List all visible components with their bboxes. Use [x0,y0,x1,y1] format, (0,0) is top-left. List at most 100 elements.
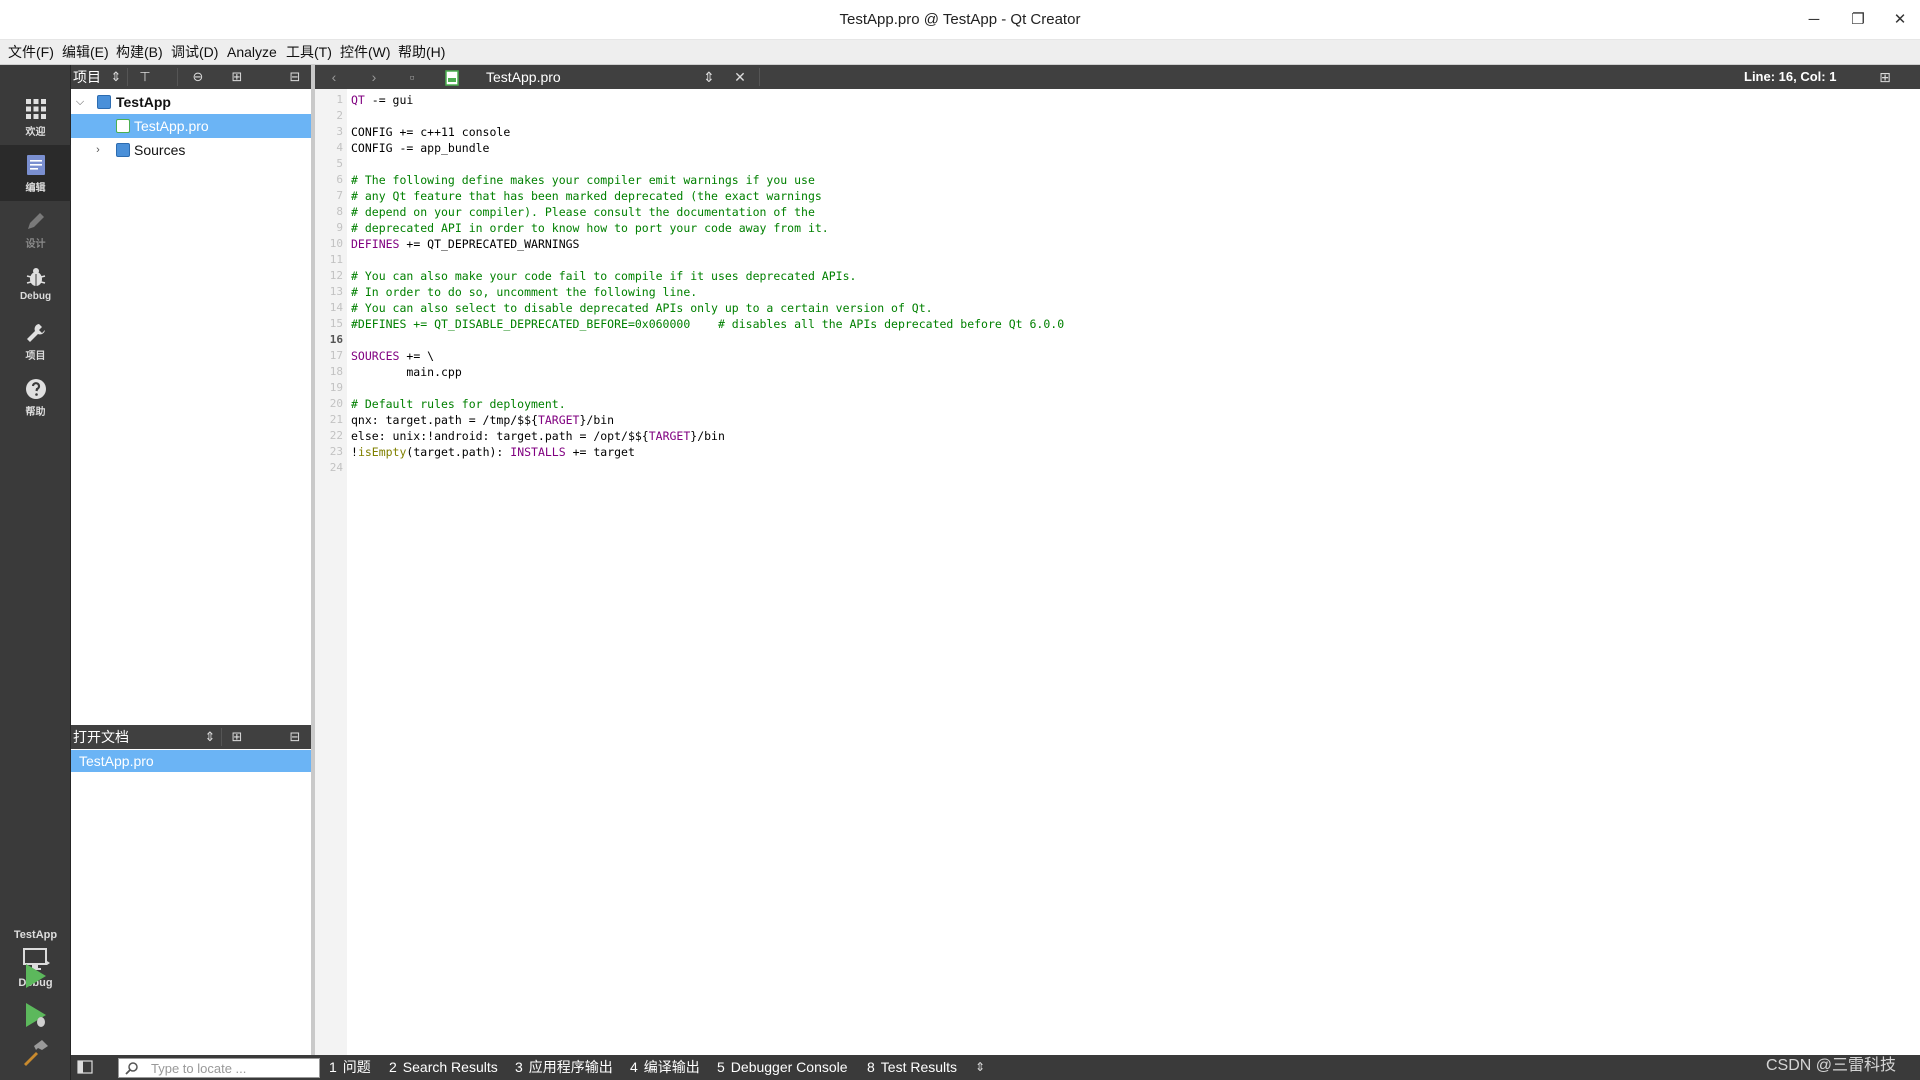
line-number[interactable]: 1 [315,92,343,108]
tree-node-project[interactable]: ⌵ TestApp [71,90,311,114]
line-number[interactable]: 8 [315,204,343,220]
code-line[interactable]: # any Qt feature that has been marked de… [351,188,822,204]
code-line[interactable]: SOURCES += \ [351,348,434,364]
line-number[interactable]: 21 [315,412,343,428]
line-number[interactable]: 14 [315,300,343,316]
build-hammer-button[interactable] [20,1038,50,1068]
open-docs-title[interactable]: 打开文档 [73,725,129,749]
code-line[interactable]: # The following define makes your compil… [351,172,815,188]
mode-design[interactable]: 设计 [0,201,71,257]
code-editor[interactable]: QT -= gui CONFIG += c++11 console CONFIG -… [347,89,1920,1055]
pane-test-results[interactable]: 8 Test Results [867,1055,957,1080]
projects-panel-title[interactable]: 项目 [73,65,101,89]
more-panes-icon[interactable]: ⇕ [975,1055,985,1080]
run-button[interactable] [20,961,50,991]
filter-icon[interactable]: ⊤ [135,65,155,89]
code-line[interactable]: # You can also make your code fail to co… [351,268,856,284]
code-line[interactable]: # In order to do so, uncomment the follo… [351,284,697,300]
mode-debug[interactable]: Debug [0,257,71,313]
close-panel-icon[interactable]: ⊟ [285,725,305,749]
mode-help[interactable]: 帮助 [0,369,71,425]
code-token: CONFIG -= app_bundle [351,141,490,155]
line-number[interactable]: 22 [315,428,343,444]
maximize-button[interactable]: ❐ [1836,0,1880,40]
line-number[interactable]: 11 [315,252,343,268]
link-sync-icon[interactable]: ⊖ [187,65,209,89]
line-number[interactable]: 17 [315,348,343,364]
document-chooser-icon[interactable]: ⇕ [702,65,716,89]
code-line[interactable]: else: unix:!android: target.path = /opt/… [351,428,725,444]
collapsed-arrow-icon[interactable]: › [91,138,105,162]
split-panel-icon[interactable]: ⊞ [227,65,247,89]
line-number[interactable]: 16 [315,332,343,348]
expand-arrow-icon[interactable]: ⌵ [73,90,87,114]
forward-icon[interactable]: › [365,65,383,89]
toggle-sidebar-icon[interactable] [77,1059,93,1075]
line-number[interactable]: 13 [315,284,343,300]
line-number[interactable]: 3 [315,124,343,140]
mode-projects[interactable]: 项目 [0,313,71,369]
pane-debugger-console[interactable]: 5 Debugger Console [717,1055,848,1080]
close-document-icon[interactable]: ✕ [731,65,749,89]
line-number[interactable]: 4 [315,140,343,156]
pane-application-output[interactable]: 3 应用程序输出 [515,1055,613,1080]
code-line[interactable]: main.cpp [351,364,461,380]
wrench-icon [26,324,45,342]
code-line[interactable]: # depend on your compiler). Please consu… [351,204,815,220]
line-number[interactable]: 15 [315,316,343,332]
split-editor-icon[interactable]: ⊞ [1875,65,1895,89]
tree-node-sources[interactable]: › Sources [71,138,311,162]
menu-help[interactable]: 帮助(H) [398,40,445,65]
mode-edit[interactable]: 编辑 [0,145,71,201]
line-number[interactable]: 12 [315,268,343,284]
menu-tools[interactable]: 工具(T) [286,40,332,65]
close-panel-icon[interactable]: ⊟ [285,65,305,89]
code-line[interactable]: # You can also select to disable depreca… [351,300,933,316]
locator-input[interactable] [151,1059,316,1077]
split-panel-icon[interactable]: ⊞ [227,725,247,749]
close-window-button[interactable]: ✕ [1878,0,1920,40]
code-line[interactable]: !isEmpty(target.path): INSTALLS += targe… [351,444,635,460]
pane-search-results[interactable]: 2 Search Results [389,1055,498,1080]
line-number[interactable]: 6 [315,172,343,188]
view-switch-icon[interactable]: ⇕ [109,65,123,89]
code-line[interactable]: # Default rules for deployment. [351,396,566,412]
pane-compile-output[interactable]: 4 编译输出 [630,1055,700,1080]
view-switch-icon[interactable]: ⇕ [203,725,217,749]
line-number[interactable]: 2 [315,108,343,124]
line-number[interactable]: 18 [315,364,343,380]
menu-file[interactable]: 文件(F) [8,40,54,65]
line-number[interactable]: 19 [315,380,343,396]
code-line[interactable]: #DEFINES += QT_DISABLE_DEPRECATED_BEFORE… [351,316,1064,332]
tree-node-pro-file[interactable]: TestApp.pro [71,114,311,138]
start-debugging-button[interactable] [20,1000,50,1030]
open-document-item[interactable]: TestApp.pro [71,750,311,772]
mode-welcome[interactable]: 欢迎 [0,89,71,145]
pane-number: 1 [329,1059,337,1075]
line-number[interactable]: 5 [315,156,343,172]
menu-widgets[interactable]: 控件(W) [340,40,391,65]
code-line[interactable]: QT -= gui [351,92,413,108]
code-line[interactable]: qnx: target.path = /tmp/$${TARGET}/bin [351,412,614,428]
lock-icon[interactable]: ▫ [403,65,421,89]
menu-build[interactable]: 构建(B) [116,40,163,65]
code-line[interactable]: # deprecated API in order to know how to… [351,220,829,236]
line-number[interactable]: 9 [315,220,343,236]
tree-label: Sources [134,142,186,158]
current-file-name[interactable]: TestApp.pro [486,65,561,89]
code-line[interactable]: CONFIG -= app_bundle [351,140,489,156]
pane-issues[interactable]: 1 问题 [329,1055,371,1080]
line-number[interactable]: 24 [315,460,343,476]
back-icon[interactable]: ‹ [325,65,343,89]
menu-edit[interactable]: 编辑(E) [62,40,109,65]
minimize-button[interactable]: ─ [1792,0,1836,40]
code-line[interactable]: CONFIG += c++11 console [351,124,510,140]
line-number[interactable]: 7 [315,188,343,204]
menu-analyze[interactable]: Analyze [227,40,277,65]
code-line[interactable]: DEFINES += QT_DEPRECATED_WARNINGS [351,236,579,252]
line-number[interactable]: 23 [315,444,343,460]
menu-debug[interactable]: 调试(D) [171,40,218,65]
line-number[interactable]: 10 [315,236,343,252]
window-title: TestApp.pro @ TestApp - Qt Creator [839,11,1081,28]
line-number[interactable]: 20 [315,396,343,412]
